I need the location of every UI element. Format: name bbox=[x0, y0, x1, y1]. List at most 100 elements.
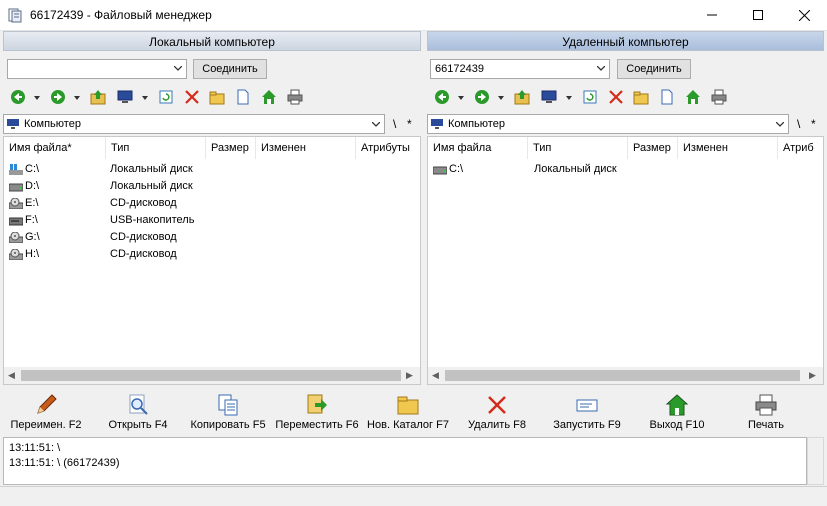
printer-icon bbox=[755, 394, 777, 416]
horizontal-scrollbar[interactable]: ◀ ▶ bbox=[4, 367, 420, 384]
table-row[interactable]: G:\ CD-дисковод bbox=[4, 229, 420, 246]
filter-button[interactable]: * bbox=[407, 117, 412, 131]
open-button[interactable]: Открыть F4 bbox=[96, 388, 180, 436]
chevron-down-icon[interactable] bbox=[458, 96, 464, 100]
printer-icon[interactable] bbox=[287, 89, 303, 105]
local-connect-button[interactable]: Соединить bbox=[193, 59, 267, 79]
home-icon[interactable] bbox=[685, 89, 701, 105]
chevron-down-icon[interactable] bbox=[498, 96, 504, 100]
printer-icon[interactable] bbox=[711, 89, 727, 105]
home-icon[interactable] bbox=[261, 89, 277, 105]
new-folder-icon[interactable] bbox=[209, 89, 225, 105]
table-row[interactable]: D:\ Локальный диск bbox=[4, 178, 420, 195]
scroll-right-icon[interactable]: ▶ bbox=[406, 370, 413, 381]
filter-button[interactable]: * bbox=[811, 117, 816, 131]
status-bar bbox=[0, 486, 827, 506]
column-header-attributes[interactable]: Атрибуты bbox=[356, 137, 420, 159]
column-header-type[interactable]: Тип bbox=[106, 137, 206, 159]
local-file-list[interactable]: Имя файла* Тип Размер Изменен Атрибуты C… bbox=[3, 136, 421, 385]
chevron-down-icon[interactable] bbox=[142, 96, 148, 100]
table-row[interactable]: H:\ CD-дисковод bbox=[4, 246, 420, 263]
remote-panel-header: Удаленный компьютер bbox=[427, 31, 824, 51]
scroll-right-icon[interactable]: ▶ bbox=[809, 370, 816, 381]
new-file-icon[interactable] bbox=[659, 89, 675, 105]
print-button[interactable]: Печать bbox=[728, 388, 804, 436]
exit-icon bbox=[665, 394, 689, 416]
chevron-down-icon[interactable] bbox=[34, 96, 40, 100]
horizontal-scrollbar[interactable]: ◀ ▶ bbox=[428, 367, 823, 384]
root-path-button[interactable]: \ bbox=[393, 117, 396, 131]
scroll-left-icon[interactable]: ◀ bbox=[8, 370, 15, 381]
run-button[interactable]: Запустить F9 bbox=[544, 388, 630, 436]
maximize-button[interactable] bbox=[735, 0, 781, 30]
folder-up-icon[interactable] bbox=[90, 89, 106, 105]
column-header-modified[interactable]: Изменен bbox=[256, 137, 356, 159]
column-header-size[interactable]: Размер bbox=[206, 137, 256, 159]
column-header-modified[interactable]: Изменен bbox=[678, 137, 778, 159]
vertical-scrollbar[interactable] bbox=[807, 437, 824, 485]
move-button[interactable]: Переместить F6 bbox=[274, 388, 360, 436]
new-folder-label: Нов. Каталог F7 bbox=[367, 419, 449, 431]
file-type: Локальный диск bbox=[110, 180, 193, 192]
remote-connect-button[interactable]: Соединить bbox=[617, 59, 691, 79]
computer-icon[interactable] bbox=[117, 89, 133, 105]
computer-icon[interactable] bbox=[541, 89, 557, 105]
column-header-attributes[interactable]: Атриб bbox=[778, 137, 823, 159]
column-header-name[interactable]: Имя файла* bbox=[4, 137, 106, 159]
local-host-combo[interactable] bbox=[7, 59, 187, 79]
new-folder-button[interactable]: Нов. Каталог F7 bbox=[362, 388, 454, 436]
new-folder-icon[interactable] bbox=[633, 89, 649, 105]
remote-panel: Удаленный компьютер 66172439 Соединить К… bbox=[427, 31, 824, 387]
back-arrow-icon[interactable] bbox=[10, 89, 26, 105]
file-type: USB-накопитель bbox=[110, 214, 195, 226]
scroll-left-icon[interactable]: ◀ bbox=[432, 370, 439, 381]
chevron-down-icon bbox=[372, 122, 380, 127]
chevron-down-icon[interactable] bbox=[566, 96, 572, 100]
remote-path-combo[interactable]: Компьютер bbox=[427, 114, 789, 134]
local-path-combo[interactable]: Компьютер bbox=[3, 114, 385, 134]
table-row[interactable]: C:\ Локальный диск bbox=[428, 161, 823, 178]
title-bar: 66172439 - Файловый менеджер bbox=[0, 0, 827, 31]
log-pane[interactable]: 13:11:51: \ 13:11:51: \ (66172439) bbox=[3, 437, 807, 485]
exit-button[interactable]: Выход F10 bbox=[636, 388, 718, 436]
column-header-type[interactable]: Тип bbox=[528, 137, 628, 159]
copy-button[interactable]: Копировать F5 bbox=[184, 388, 272, 436]
scroll-thumb[interactable] bbox=[445, 370, 800, 381]
delete-icon[interactable] bbox=[184, 89, 200, 105]
close-button[interactable] bbox=[781, 0, 827, 30]
forward-arrow-icon[interactable] bbox=[50, 89, 66, 105]
table-row[interactable]: C:\ Локальный диск bbox=[4, 161, 420, 178]
folder-up-icon[interactable] bbox=[514, 89, 530, 105]
file-name: C:\ bbox=[449, 163, 464, 175]
forward-arrow-icon[interactable] bbox=[474, 89, 490, 105]
file-type: CD-дисковод bbox=[110, 197, 177, 209]
refresh-icon[interactable] bbox=[582, 89, 598, 105]
remote-path-label: Компьютер bbox=[448, 118, 505, 130]
table-row[interactable]: F:\ USB-накопитель bbox=[4, 212, 420, 229]
delete-button[interactable]: Удалить F8 bbox=[456, 388, 538, 436]
table-row[interactable]: E:\ CD-дисковод bbox=[4, 195, 420, 212]
hard-drive-icon bbox=[433, 166, 447, 175]
scroll-thumb[interactable] bbox=[21, 370, 401, 381]
root-path-button[interactable]: \ bbox=[797, 117, 800, 131]
column-header-size[interactable]: Размер bbox=[628, 137, 678, 159]
chevron-down-icon[interactable] bbox=[74, 96, 80, 100]
back-arrow-icon[interactable] bbox=[434, 89, 450, 105]
close-icon bbox=[798, 9, 810, 21]
copy-icon bbox=[218, 394, 238, 416]
folder-icon bbox=[397, 396, 419, 415]
rename-button[interactable]: Переимен. F2 bbox=[4, 388, 88, 436]
delete-icon[interactable] bbox=[608, 89, 624, 105]
local-panel-header: Локальный компьютер bbox=[3, 31, 421, 51]
computer-icon bbox=[431, 119, 443, 129]
column-header-name[interactable]: Имя файла bbox=[428, 137, 528, 159]
remote-file-list[interactable]: Имя файла Тип Размер Изменен Атриб C:\ Л… bbox=[427, 136, 824, 385]
refresh-icon[interactable] bbox=[158, 89, 174, 105]
remote-host-combo[interactable]: 66172439 bbox=[430, 59, 610, 79]
file-name: D:\ bbox=[25, 180, 40, 192]
minimize-button[interactable] bbox=[689, 0, 735, 30]
window-title: 66172439 - Файловый менеджер bbox=[30, 8, 212, 22]
log-line: 13:11:51: \ bbox=[9, 442, 61, 454]
new-file-icon[interactable] bbox=[235, 89, 251, 105]
remote-host-value: 66172439 bbox=[435, 63, 484, 75]
